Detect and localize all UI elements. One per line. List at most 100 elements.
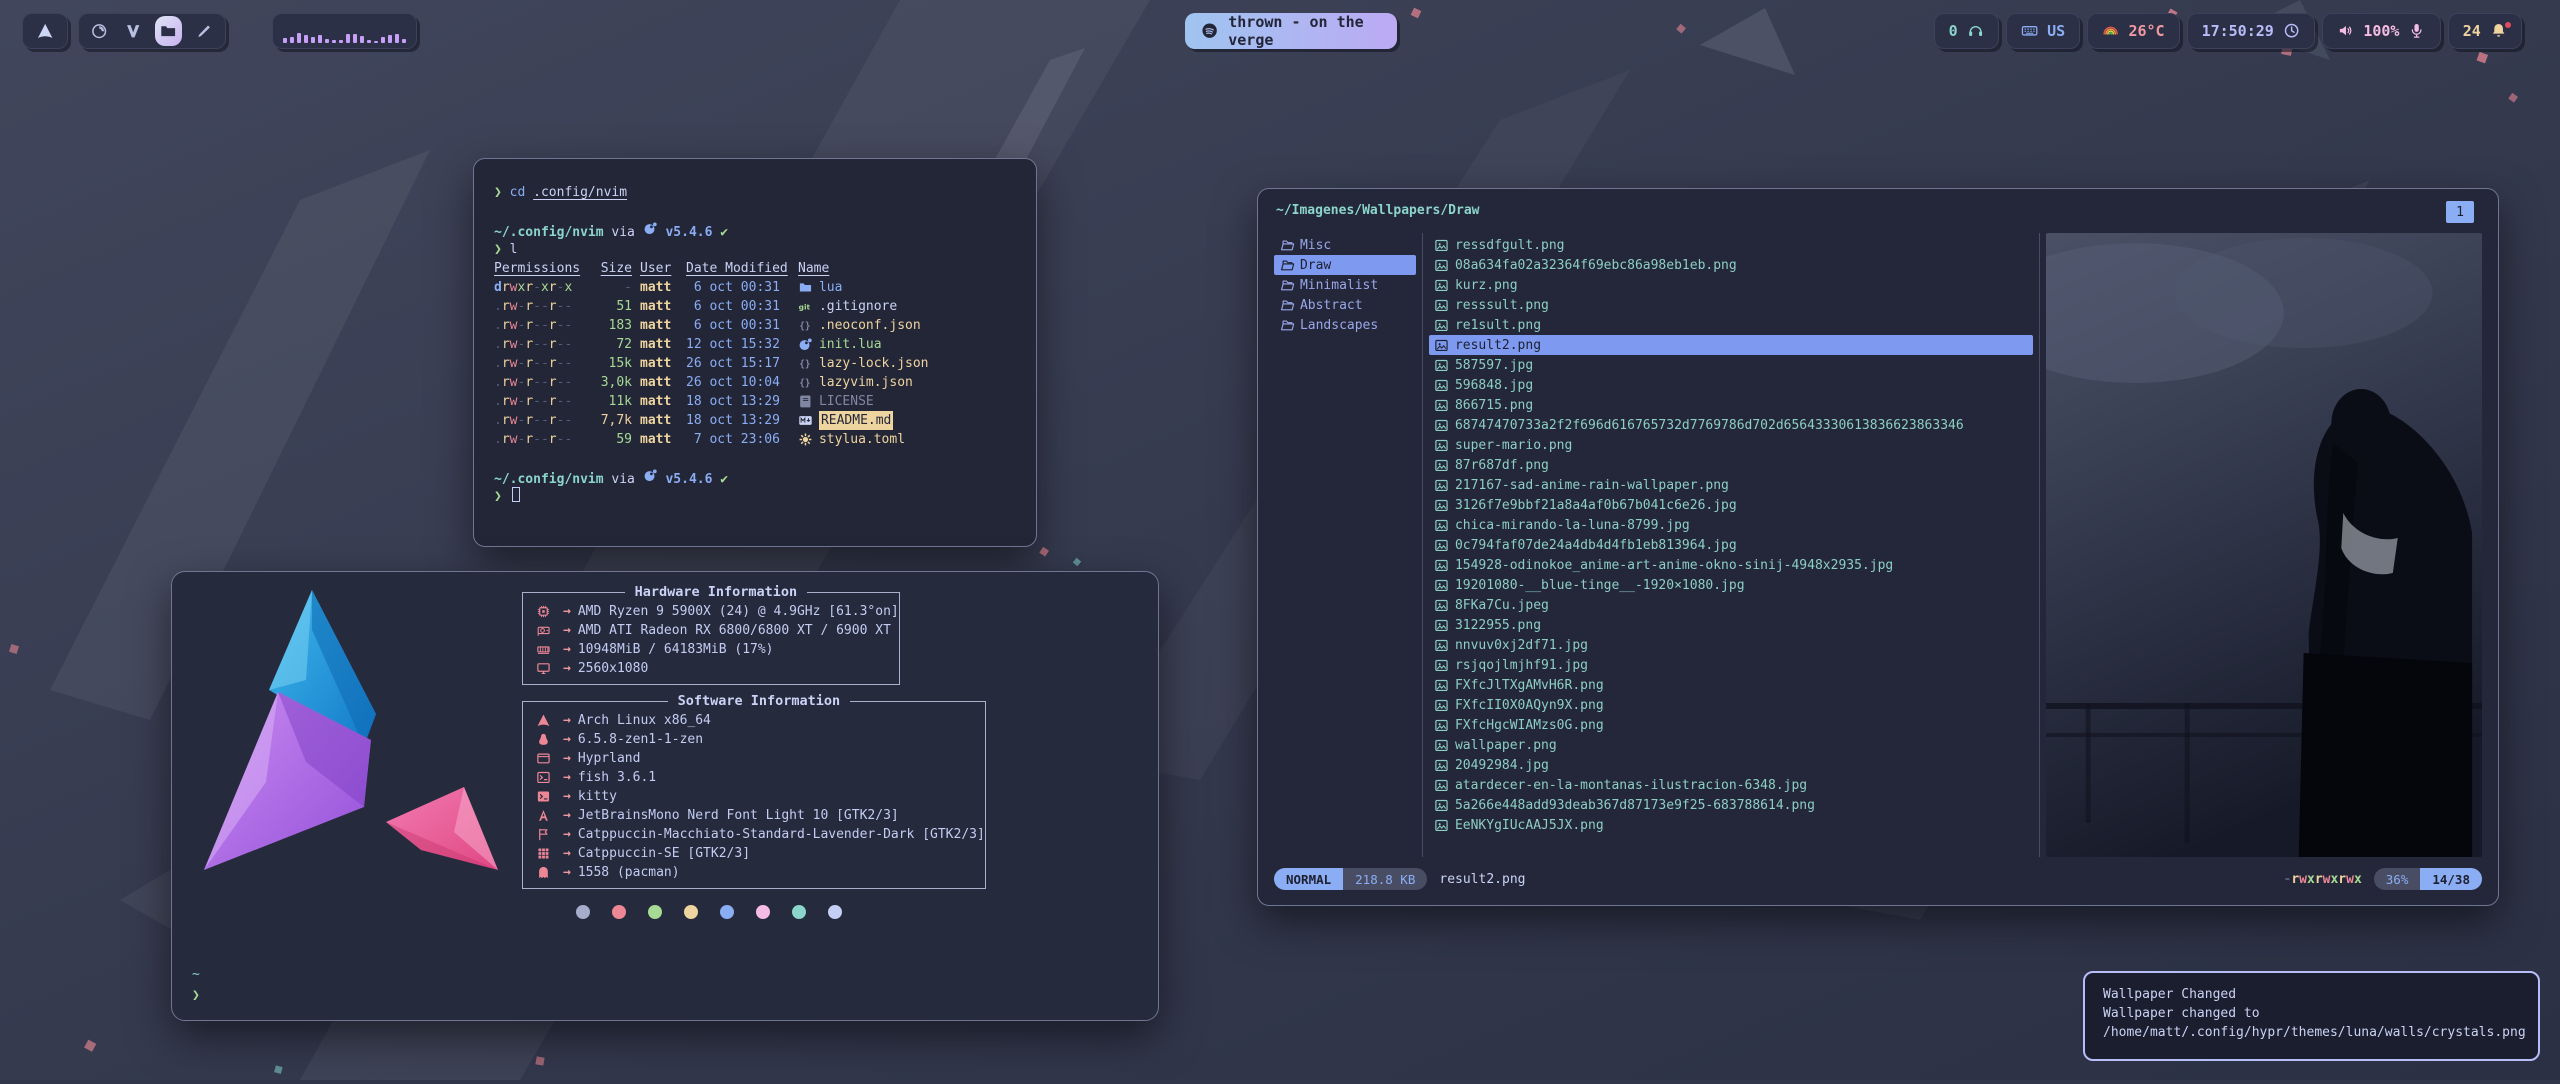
workspace-brush[interactable] [194,19,215,43]
status-widget-weather[interactable]: 26°C [2087,13,2179,49]
status-widget-notifications[interactable]: 24 [2448,13,2522,49]
visualizer-bar [290,37,294,43]
sidebar-folder-landscapes[interactable]: Landscapes [1274,315,1416,335]
file-name: 8FKa7Cu.jpeg [1455,598,1549,613]
file-type-icon [798,394,813,409]
file-list-item[interactable]: 19201080-__blue-tinge__-1920×1080.jpg [1429,575,2033,595]
file-list-item[interactable]: chica-mirando-la-luna-8799.jpg [1429,515,2033,535]
file-list-item[interactable]: atardecer-en-la-montanas-ilustracion-634… [1429,775,2033,795]
terminal-prompt[interactable]: ❯ [494,487,1016,506]
file-owner: matt [640,411,678,430]
listing-row: .rw-r--r--11kmatt18 oct 13:29LICENSE [494,392,1016,411]
file-list-item[interactable]: 154928-odinokoe_anime-art-anime-okno-sin… [1429,555,2033,575]
visualizer-bar [374,41,378,43]
file-permissions: .rw-r--r-- [494,373,582,392]
shell-icon [533,770,553,785]
file-list-item[interactable]: 596848.jpg [1429,375,2033,395]
file-list-item[interactable]: nnvuv0xj2df71.jpg [1429,635,2033,655]
launcher-button[interactable] [22,13,68,49]
hardware-info-box: Hardware Information →AMD Ryzen 9 5900X … [522,584,900,685]
file-name: re1sult.png [1455,318,1541,333]
listing-header: Permissions Size User Date Modified Name [494,259,1016,278]
file-date: 7 oct 23:06 [686,430,790,449]
sidebar-folder-draw[interactable]: Draw [1274,255,1416,275]
file-name: 20492984.jpg [1455,758,1549,773]
info-value: Catppuccin-Macchiato-Standard-Lavender-D… [578,827,985,842]
file-type-icon [798,413,813,428]
workspace-firefox[interactable] [89,19,110,43]
file-list-pane: ressdfgult.png08a634fa02a32364f69ebc86a9… [1429,233,2033,857]
workspace-folder[interactable] [155,16,181,46]
visualizer-bar [311,37,315,43]
file-name: result2.png [1455,338,1541,353]
clock-value: 17:50:29 [2202,22,2274,40]
file-list-item[interactable]: 866715.png [1429,395,2033,415]
file-list-item[interactable]: ressdfgult.png [1429,235,2033,255]
file-name: init.lua [819,335,882,354]
file-list-item[interactable]: 68747470733a2f2f696d616765732d7769786d70… [1429,415,2033,435]
image-file-icon [1434,238,1449,253]
info-value: Hyprland [578,751,641,766]
file-size: 11k [590,392,632,411]
file-list-item[interactable]: 20492984.jpg [1429,755,2033,775]
file-list-item[interactable]: FXfcHgcWIAMzs0G.png [1429,715,2033,735]
visualizer-bar [325,39,329,43]
arch-icon [533,713,553,728]
status-widget-volume-mic[interactable]: 100% [2322,13,2441,49]
file-list-item[interactable]: 87r687df.png [1429,455,2033,475]
file-list-item[interactable]: wallpaper.png [1429,735,2033,755]
notification-toast[interactable]: Wallpaper Changed Wallpaper changed to /… [2083,971,2540,1061]
fetch-prompt[interactable]: ~ ❯ [192,964,200,1006]
file-size: 3,0k [590,373,632,392]
sidebar-folder-minimalist[interactable]: Minimalist [1274,275,1416,295]
file-list-item[interactable]: 587597.jpg [1429,355,2033,375]
file-list-item[interactable]: kurz.png [1429,275,2033,295]
status-widget-clock[interactable]: 17:50:29 [2187,13,2316,49]
info-row-memory: →10948MiB / 64183MiB (17%) [533,640,899,659]
media-player-widget[interactable]: thrown - on the verge [1185,13,1397,49]
arrow-icon: → [553,865,578,880]
file-list-item[interactable]: EeNKYgIUcAAJ5JX.png [1429,815,2033,835]
file-name: 3126f7e9bbf21a8a4af0b67b041c6e26.jpg [1455,498,1737,513]
file-list-item[interactable]: resssult.png [1429,295,2033,315]
file-list-item[interactable]: 5a266e448add93deab367d87173e9f25-6837886… [1429,795,2033,815]
arrow-icon: → [553,808,578,823]
now-playing-label: thrown - on the verge [1228,13,1381,49]
audio-visualizer [272,13,417,49]
file-size: - [590,278,632,297]
listing-row: .rw-r--r--7,7kmatt18 oct 13:29README.md [494,411,1016,430]
workspace-vim[interactable] [122,19,143,43]
status-widget-keyboard-layout[interactable]: US [2006,13,2080,49]
file-type-icon: {} [798,318,813,333]
file-list-item[interactable]: FXfcJlTXgAMvH6R.png [1429,675,2033,695]
status-widget-headset-count[interactable]: 0 [1934,13,1999,49]
sidebar-folder-misc[interactable]: Misc [1274,235,1416,255]
file-list-item[interactable]: 08a634fa02a32364f69ebc86a98eb1eb.png [1429,255,2033,275]
file-list-item[interactable]: rsjqojlmjhf91.jpg [1429,655,2033,675]
file-list-item[interactable]: 217167-sad-anime-rain-wallpaper.png [1429,475,2033,495]
file-list-item[interactable]: 8FKa7Cu.jpeg [1429,595,2033,615]
arrow-icon: → [553,623,578,638]
listing-row: .rw-r--r--3,0kmatt26 oct 10:04{}lazyvim.… [494,373,1016,392]
file-name-cell: git.gitignore [798,297,1016,316]
tab-badge[interactable]: 1 [2446,201,2474,223]
image-file-icon [1434,558,1449,573]
image-preview [2046,233,2482,857]
visualizer-bar [339,40,343,43]
file-list-item[interactable]: result2.png [1429,335,2033,355]
listing-row: drwxr-xr-x-matt 6 oct 00:31lua [494,278,1016,297]
file-list-item[interactable]: super-mario.png [1429,435,2033,455]
file-list-item[interactable]: 0c794faf07de24a4db4d4fb1eb813964.jpg [1429,535,2033,555]
file-list-item[interactable]: 3122955.png [1429,615,2033,635]
image-file-icon [1434,278,1449,293]
file-size: 72 [590,335,632,354]
file-list-item[interactable]: re1sult.png [1429,315,2033,335]
file-list-item[interactable]: FXfcII0X0AQyn9X.png [1429,695,2033,715]
info-row-cpu: →AMD Ryzen 9 5900X (24) @ 4.9GHz [61.3°o… [533,602,899,621]
file-list-item[interactable]: 3126f7e9bbf21a8a4af0b67b041c6e26.jpg [1429,495,2033,515]
sidebar-folder-abstract[interactable]: Abstract [1274,295,1416,315]
file-size: 183 [590,316,632,335]
image-file-icon [1434,778,1449,793]
file-name-cell: {}lazyvim.json [798,373,1016,392]
scroll-percent: 36% [2374,868,2421,890]
